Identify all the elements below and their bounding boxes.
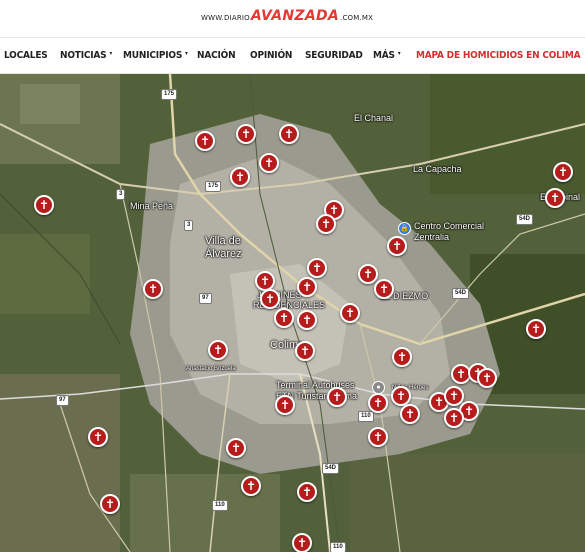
chevron-down-icon: ▾	[109, 50, 112, 57]
homicide-pin[interactable]: ✝	[477, 368, 497, 388]
road-shield: 110	[212, 500, 228, 511]
homicide-pin[interactable]: ✝	[292, 533, 312, 552]
map-label-la-capacha: La Capacha	[413, 164, 462, 174]
nav-item-noticias[interactable]: NOTICIAS ▾	[60, 50, 112, 61]
road-shield: 3	[116, 189, 126, 200]
map-label-villa-de-alvarez: Villa de	[205, 235, 241, 247]
homicide-pin[interactable]: ✝	[297, 277, 317, 297]
homicide-pin[interactable]: ✝	[274, 308, 294, 328]
road-shield: 175	[205, 181, 222, 192]
homicide-pin[interactable]: ✝	[255, 271, 275, 291]
homicide-pin[interactable]: ✝	[327, 387, 347, 407]
homicide-pin[interactable]: ✝	[275, 395, 295, 415]
homicide-pin[interactable]: ✝	[297, 482, 317, 502]
homicide-map[interactable]: El Chanal La Capacha Mina Peña Villa de …	[0, 74, 585, 552]
homicide-pin[interactable]: ✝	[34, 195, 54, 215]
homicide-pin[interactable]: ✝	[259, 153, 279, 173]
nav-item-mapa-homicidios[interactable]: MAPA DE HOMICIDIOS EN COLIMA	[416, 50, 581, 61]
homicide-pin[interactable]: ✝	[279, 124, 299, 144]
logo-suffix: .COM.MX	[340, 14, 374, 22]
logo-prefix: WWW.DIARIO	[201, 14, 250, 22]
map-label-centro-comercial: Centro Comercial	[414, 221, 485, 231]
road-shield: 54D	[452, 288, 470, 299]
homicide-pin[interactable]: ✝	[230, 167, 250, 187]
homicide-pin[interactable]: ✝	[391, 386, 411, 406]
nav-item-locales[interactable]: LOCALES	[4, 50, 48, 61]
nav-item-mas[interactable]: MÁS ▾	[373, 50, 400, 61]
road-shield: 97	[199, 293, 212, 304]
homicide-pin[interactable]: ✝	[444, 408, 464, 428]
homicide-pin[interactable]: ✝	[392, 347, 412, 367]
homicide-pin[interactable]: ✝	[88, 427, 108, 447]
homicide-pin[interactable]: ✝	[241, 476, 261, 496]
homicide-pin[interactable]: ✝	[358, 264, 378, 284]
homicide-pin[interactable]: ✝	[260, 289, 280, 309]
homicide-pin[interactable]: ✝	[297, 310, 317, 330]
road-shield: 110	[358, 411, 374, 422]
homicide-pin[interactable]: ✝	[100, 494, 120, 514]
road-shield: 175	[161, 89, 178, 100]
road-shield: 3	[184, 220, 194, 231]
map-label-mina-pena: Mina Peña	[130, 201, 174, 211]
chevron-down-icon: ▾	[397, 50, 401, 57]
homicide-pin[interactable]: ✝	[374, 279, 394, 299]
main-nav: LOCALES NOTICIAS ▾ MUNICIPIOS ▾ NACIÓN OPI…	[0, 37, 585, 74]
homicide-pin[interactable]: ✝	[307, 258, 327, 278]
homicide-pin[interactable]: ✝	[295, 341, 315, 361]
map-label-villa-de-alvarez-2: Álvarez	[205, 248, 242, 260]
homicide-pin[interactable]: ✝	[226, 438, 246, 458]
homicide-pin[interactable]: ✝	[340, 303, 360, 323]
road-shield: 54D	[322, 463, 340, 474]
road-shield: 54D	[516, 214, 534, 225]
map-label-zentralia: Zentralia	[414, 232, 450, 242]
homicide-pin[interactable]: ✝	[545, 188, 565, 208]
map-label-anastacio: Anastacio Brizuela	[186, 366, 236, 372]
homicide-pin[interactable]: ✝	[316, 214, 336, 234]
homicide-pin[interactable]: ✝	[143, 279, 163, 299]
homicide-pin[interactable]: ✝	[368, 427, 388, 447]
homicide-pin[interactable]: ✝	[368, 393, 388, 413]
site-logo[interactable]: WWW.DIARIO AVANZADA .COM.MX	[201, 8, 373, 28]
homicide-pin[interactable]: ✝	[400, 404, 420, 424]
homicide-pin[interactable]: ✝	[236, 124, 256, 144]
shopping-poi-icon[interactable]: 🔒	[398, 222, 411, 235]
road-shield: 97	[56, 395, 69, 406]
nav-item-nacion[interactable]: NACIÓN	[197, 50, 236, 61]
site-header: WWW.DIARIO AVANZADA .COM.MX	[0, 0, 585, 36]
homicide-pin[interactable]: ✝	[387, 236, 407, 256]
homicide-pin[interactable]: ✝	[195, 131, 215, 151]
nav-item-seguridad[interactable]: SEGURIDAD	[305, 50, 363, 61]
nav-item-opinion[interactable]: OPINIÓN	[250, 50, 292, 61]
nav-item-municipios[interactable]: MUNICIPIOS ▾	[123, 50, 188, 61]
logo-brand: AVANZADA	[250, 8, 340, 24]
map-label-el-chanal: El Chanal	[354, 113, 394, 123]
chevron-down-icon: ▾	[185, 50, 188, 57]
homicide-pin[interactable]: ✝	[208, 340, 228, 360]
homicide-pin[interactable]: ✝	[526, 319, 546, 339]
homicide-pin[interactable]: ✝	[553, 162, 573, 182]
road-shield: 110	[330, 542, 346, 552]
